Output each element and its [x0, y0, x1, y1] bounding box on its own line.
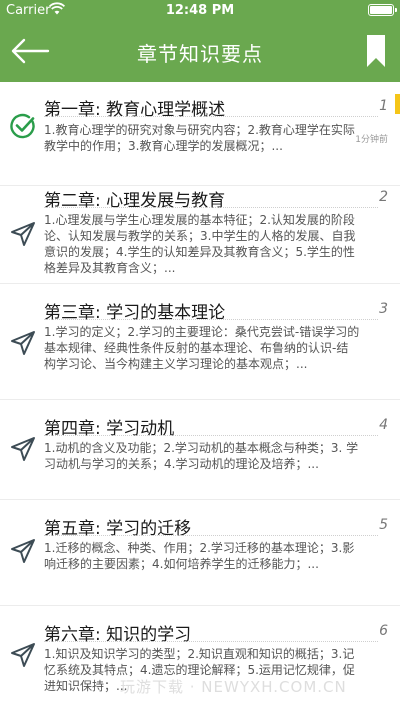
page-title: 章节知识要点	[137, 42, 263, 66]
navigation-bar: 章节知识要点	[0, 20, 400, 82]
dotted-divider	[44, 319, 378, 320]
watermark: 玩游下载 · NEWYXH.COM.CN	[120, 678, 347, 696]
chapter-number: 5	[379, 517, 388, 533]
battery-icon	[368, 4, 397, 16]
paper-plane-icon	[11, 222, 35, 246]
chapter-number: 1	[379, 98, 388, 114]
status-bar: Carrier 12:48 PM	[0, 0, 400, 20]
dotted-divider	[44, 435, 378, 436]
check-circle-icon	[10, 113, 35, 139]
bookmark-icon[interactable]	[366, 34, 386, 68]
paper-plane-icon	[11, 643, 35, 667]
paper-plane-icon	[11, 437, 35, 461]
chapter-item-2[interactable]: 第二章: 心理发展与教育 2 1.心理发展与学生心理发展的基本特征；2.认知发展…	[0, 186, 400, 284]
chapter-number: 3	[379, 301, 388, 317]
clock: 12:48 PM	[165, 3, 235, 18]
paper-plane-icon	[11, 331, 35, 355]
chapter-number: 2	[379, 189, 388, 205]
progress-marker	[395, 94, 400, 114]
dotted-divider	[44, 535, 378, 536]
chapter-item-5[interactable]: 第五章: 学习的迁移 5 1.迁移的概念、种类、作用；2.学习迁移的基本理论；3…	[0, 500, 400, 606]
chapter-description: 1.心理发展与学生心理发展的基本特征；2.认知发展的阶段论、认知发展与教学的关系…	[44, 213, 356, 275]
chapter-item-1[interactable]: 第一章: 教育心理学概述 1 1.教育心理学的研究对象与研究内容；2.教育心理学…	[0, 82, 400, 186]
chapter-item-4[interactable]: 第四章: 学习动机 4 1.动机的含义及功能；2.学习动机的基本概念与种类；3.…	[0, 400, 400, 500]
paper-plane-icon	[11, 539, 35, 563]
chapter-list: 第一章: 教育心理学概述 1 1.教育心理学的研究对象与研究内容；2.教育心理学…	[0, 82, 400, 710]
chapter-description: 1.教育心理学的研究对象与研究内容；2.教育心理学在实际教学中的作用；3.教育心…	[44, 123, 355, 153]
chapter-number: 4	[379, 417, 388, 433]
chapter-description: 1.迁移的概念、种类、作用；2.学习迁移的基本理论；3.影响迁移的主要因素；4.…	[44, 541, 355, 571]
chapter-description: 1.动机的含义及功能；2.学习动机的基本概念与种类；3. 学习动机与学习的关系；…	[44, 441, 359, 471]
dotted-divider	[44, 207, 378, 208]
chapter-description: 1.学习的定义；2.学习的主要理论：桑代克尝试-错误学习的基本规律、经典性条件反…	[44, 325, 360, 371]
time-ago-label: 1分钟前	[355, 135, 388, 145]
chapter-number: 6	[379, 623, 388, 639]
dotted-divider	[44, 116, 378, 117]
chapter-item-3[interactable]: 第三章: 学习的基本理论 3 1.学习的定义；2.学习的主要理论：桑代克尝试-错…	[0, 284, 400, 400]
dotted-divider	[44, 641, 378, 642]
